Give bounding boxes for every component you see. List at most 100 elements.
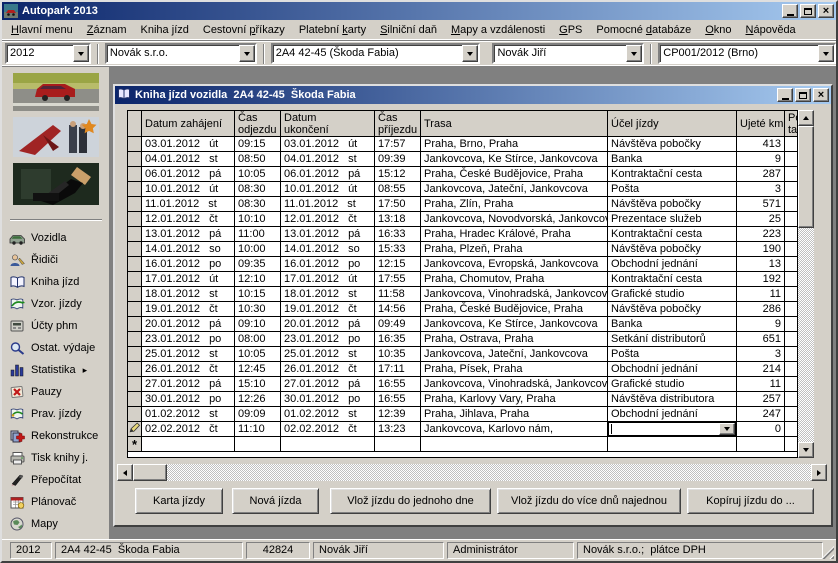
cell-departure-time[interactable]: 08:00	[235, 332, 281, 347]
maximize-button[interactable]	[800, 4, 816, 18]
chevron-down-icon[interactable]	[73, 45, 89, 62]
cell-arrival-time[interactable]: 16:55	[375, 392, 421, 407]
cell-route[interactable]: Praha, Zlín, Praha	[421, 197, 608, 212]
cell-end-date[interactable]: 11.01.2012st	[281, 197, 375, 212]
cell-arrival-time[interactable]: 14:56	[375, 302, 421, 317]
current-row-selector[interactable]	[128, 422, 142, 437]
cell-start-date[interactable]: 26.01.2012čt	[142, 362, 235, 377]
sidebar-item-prav-jizdy[interactable]: Prav. jízdy	[9, 403, 109, 425]
cell-route[interactable]: Jankovcova, Jateční, Jankovcova	[421, 347, 608, 362]
cell-tachometer[interactable]	[785, 287, 798, 302]
cell-purpose[interactable]: Kontraktační cesta	[608, 167, 737, 182]
cell-start-date[interactable]: 20.01.2012pá	[142, 317, 235, 332]
close-button[interactable]: ×	[818, 4, 834, 18]
scroll-up-icon[interactable]	[798, 110, 814, 126]
cell-route[interactable]: Jankovcova, Novodvorská, Jankovcova	[421, 212, 608, 227]
cell-tachometer[interactable]	[785, 377, 798, 392]
cell-start-date[interactable]: 19.01.2012čt	[142, 302, 235, 317]
cell-start-date[interactable]: 03.01.2012út	[142, 137, 235, 152]
cell-distance-km[interactable]: 571	[737, 197, 785, 212]
new-record-selector[interactable]: *	[128, 437, 142, 452]
cell-arrival-time[interactable]: 15:33	[375, 242, 421, 257]
cell-arrival-time[interactable]: 10:35	[375, 347, 421, 362]
cell-end-date[interactable]: 12.01.2012čt	[281, 212, 375, 227]
cell-departure-time[interactable]: 08:30	[235, 197, 281, 212]
cell-departure-time[interactable]: 10:10	[235, 212, 281, 227]
cell-end-date[interactable]: 30.01.2012po	[281, 392, 375, 407]
empty-cell[interactable]	[235, 437, 281, 452]
cell-distance-km[interactable]: 214	[737, 362, 785, 377]
cell-arrival-time[interactable]: 13:23	[375, 422, 421, 437]
cell-arrival-time[interactable]: 17:50	[375, 197, 421, 212]
chevron-down-icon[interactable]	[818, 45, 834, 62]
cell-purpose[interactable]: Kontraktační cesta	[608, 227, 737, 242]
cell-departure-time[interactable]: 10:05	[235, 347, 281, 362]
cell-departure-time[interactable]: 09:35	[235, 257, 281, 272]
cell-start-date[interactable]: 06.01.2012pá	[142, 167, 235, 182]
cell-start-date[interactable]: 04.01.2012st	[142, 152, 235, 167]
menu-item-zaznam[interactable]: Záznam	[80, 22, 134, 38]
cell-tachometer[interactable]	[785, 212, 798, 227]
cell-distance-km[interactable]: 0	[737, 422, 785, 437]
cell-end-date[interactable]: 02.02.2012čt	[281, 422, 375, 437]
sidebar-item-rekonstrukce[interactable]: Rekonstrukce	[9, 425, 109, 447]
cell-end-date[interactable]: 20.01.2012pá	[281, 317, 375, 332]
cell-tachometer[interactable]	[785, 197, 798, 212]
cell-arrival-time[interactable]: 16:33	[375, 227, 421, 242]
cell-distance-km[interactable]: 11	[737, 287, 785, 302]
cell-departure-time[interactable]: 08:30	[235, 182, 281, 197]
menu-item-cestovni-prikazy[interactable]: Cestovní příkazy	[196, 22, 292, 38]
cell-arrival-time[interactable]: 15:12	[375, 167, 421, 182]
cell-departure-time[interactable]: 09:10	[235, 317, 281, 332]
trip-order-combo[interactable]: CP001/2012 (Brno)	[658, 43, 836, 64]
chevron-down-icon[interactable]	[239, 45, 255, 62]
cell-end-date[interactable]: 16.01.2012po	[281, 257, 375, 272]
vloz-jizdu-do-jednoho-dne-button[interactable]: Vlož jízdu do jednoho dne	[330, 488, 491, 514]
cell-end-date[interactable]: 19.01.2012čt	[281, 302, 375, 317]
cell-arrival-time[interactable]: 17:55	[375, 272, 421, 287]
cell-distance-km[interactable]: 25	[737, 212, 785, 227]
cell-purpose[interactable]: Obchodní jednání	[608, 362, 737, 377]
child-minimize-button[interactable]	[777, 88, 793, 102]
cell-route[interactable]: Jankovcova, Ke Stírce, Jankovcova	[421, 152, 608, 167]
cell-tachometer[interactable]	[785, 347, 798, 362]
cell-departure-time[interactable]: 10:15	[235, 287, 281, 302]
cell-purpose[interactable]: Obchodní jednání	[608, 257, 737, 272]
menu-item-hlavni-menu[interactable]: Hlavní menu	[4, 22, 80, 38]
cell-arrival-time[interactable]: 16:55	[375, 377, 421, 392]
cell-tachometer[interactable]	[785, 257, 798, 272]
chevron-down-icon[interactable]	[462, 45, 478, 62]
vloz-jizdu-do-vice-dnu-najednou-button[interactable]: Vlož jízdu do více dnů najednou	[497, 488, 681, 514]
cell-end-date[interactable]: 06.01.2012pá	[281, 167, 375, 182]
child-close-button[interactable]: ×	[813, 88, 829, 102]
cell-departure-time[interactable]: 12:26	[235, 392, 281, 407]
sidebar-item-tisk-knihy-j[interactable]: Tisk knihy j.	[9, 447, 109, 469]
cell-end-date[interactable]: 25.01.2012st	[281, 347, 375, 362]
cell-route[interactable]: Praha, Chomutov, Praha	[421, 272, 608, 287]
cell-distance-km[interactable]: 3	[737, 347, 785, 362]
cell-arrival-time[interactable]: 12:15	[375, 257, 421, 272]
cell-purpose[interactable]: Návštěva pobočky	[608, 242, 737, 257]
cell-end-date[interactable]: 23.01.2012po	[281, 332, 375, 347]
cell-distance-km[interactable]: 9	[737, 317, 785, 332]
cell-departure-time[interactable]: 10:05	[235, 167, 281, 182]
cell-end-date[interactable]: 27.01.2012pá	[281, 377, 375, 392]
cell-route[interactable]: Jankovcova, Jateční, Jankovcova	[421, 182, 608, 197]
vertical-scrollbar-thumb[interactable]	[798, 126, 814, 228]
cell-departure-time[interactable]: 08:50	[235, 152, 281, 167]
cell-start-date[interactable]: 23.01.2012po	[142, 332, 235, 347]
cell-start-date[interactable]: 30.01.2012po	[142, 392, 235, 407]
sidebar-item-vzor-jizdy[interactable]: Vzor. jízdy	[9, 293, 109, 315]
cell-start-date[interactable]: 01.02.2012st	[142, 407, 235, 422]
cell-purpose[interactable]: Pošta	[608, 182, 737, 197]
cell-start-date[interactable]: 11.01.2012st	[142, 197, 235, 212]
cell-distance-km[interactable]: 257	[737, 392, 785, 407]
cell-route[interactable]: Praha, Karlovy Vary, Praha	[421, 392, 608, 407]
row-selector[interactable]	[128, 272, 142, 287]
cell-tachometer[interactable]	[785, 137, 798, 152]
chevron-down-icon[interactable]	[719, 423, 735, 435]
cell-purpose[interactable]: Grafické studio	[608, 287, 737, 302]
cell-tachometer[interactable]	[785, 242, 798, 257]
cell-start-date[interactable]: 27.01.2012pá	[142, 377, 235, 392]
cell-route[interactable]: Praha, Jihlava, Praha	[421, 407, 608, 422]
